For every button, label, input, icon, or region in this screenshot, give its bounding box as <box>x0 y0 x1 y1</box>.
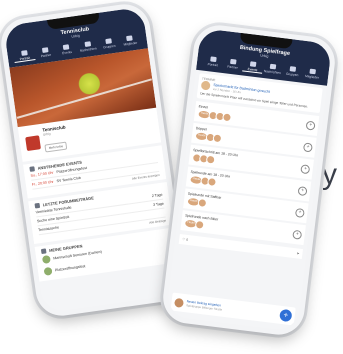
message-icon <box>269 63 277 70</box>
tab-portrait[interactable]: Portrait <box>202 56 223 69</box>
group-icon <box>40 248 47 255</box>
add-icon[interactable]: + <box>294 207 305 218</box>
club-logo <box>25 134 41 151</box>
post-meta: 3 Tage <box>152 201 165 208</box>
portrait-icon <box>210 56 217 63</box>
tab-label: Partner <box>227 64 239 70</box>
tab-portrait[interactable]: Portrait <box>13 49 36 63</box>
add-icon[interactable]: + <box>300 163 311 174</box>
tab-events[interactable]: Events <box>55 43 78 57</box>
partner-icon <box>230 58 237 65</box>
members-icon <box>309 68 316 75</box>
tab-nachrichten[interactable]: Nachrichten <box>262 63 283 76</box>
calendar-icon <box>29 166 35 172</box>
group-name: Platzeröffnungsfest <box>54 264 86 273</box>
tab-label: Portrait <box>207 62 219 68</box>
add-icon[interactable]: + <box>297 185 308 196</box>
phone-back-screen: Tennisclub Urbig Portrait Partner Events… <box>3 6 183 314</box>
avatar <box>200 80 211 91</box>
tab-mitglieder[interactable]: Mitglieder <box>119 34 142 48</box>
members-icon <box>126 35 134 42</box>
avatar <box>174 297 185 308</box>
event-name: SV Tennis Club <box>56 175 82 184</box>
post-meta <box>165 211 166 215</box>
more-info-button[interactable]: Mehr Infos <box>44 141 68 153</box>
phone-back: Tennisclub Urbig Portrait Partner Events… <box>0 1 189 319</box>
tab-gruppen[interactable]: Gruppen <box>98 37 121 51</box>
event-date: Fr., 20:00 Uhr <box>31 179 54 187</box>
tab-label: Gruppen <box>285 71 299 78</box>
tab-label: Nachrichten <box>79 46 97 53</box>
tab-mitglieder[interactable]: Mitglieder <box>302 68 323 81</box>
tab-label: Mitglieder <box>123 40 138 47</box>
group-avatar <box>41 254 51 264</box>
post-title: Tennistasche <box>37 225 60 233</box>
tab-label: Nachrichten <box>263 69 282 76</box>
post-meta: 2 Tage <box>151 192 163 199</box>
add-icon[interactable]: + <box>305 120 316 131</box>
group-avatar <box>43 266 53 276</box>
participant-avatars: Heute <box>194 131 223 144</box>
tab-partner[interactable]: Partner <box>34 46 57 60</box>
partner-icon <box>41 47 49 53</box>
tab-label: Events <box>62 49 73 56</box>
tab-gruppen[interactable]: Gruppen <box>282 65 303 78</box>
event-date: So., 17:00 Uhr <box>30 170 54 178</box>
calendar-icon <box>63 44 70 51</box>
phone-front: Bindung Spielfrage Urbig Portrait Partne… <box>160 22 338 338</box>
add-icon[interactable]: + <box>302 141 313 152</box>
like-icon[interactable]: ♡ 0 <box>182 237 188 242</box>
portrait-icon <box>20 50 28 56</box>
group-icon <box>289 66 297 72</box>
group-icon <box>105 38 112 45</box>
background-heading-line2: y <box>322 158 338 191</box>
calendar-icon <box>249 61 257 67</box>
add-post-button[interactable]: + <box>279 308 293 323</box>
send-icon[interactable]: ➤ <box>296 251 299 255</box>
tab-label: Gruppen <box>102 43 116 50</box>
tab-label: Mitglieder <box>304 74 320 80</box>
phone-front-screen: Bindung Spielfrage Urbig Portrait Partne… <box>165 28 333 332</box>
forum-icon <box>34 202 41 209</box>
tab-label: Events <box>247 67 258 73</box>
add-icon[interactable]: + <box>292 229 303 240</box>
tab-label: Partner <box>40 52 52 59</box>
post-composer[interactable]: Neuen Beitrag eingeben Spielgruppe Bitbu… <box>170 292 296 326</box>
tab-nachrichten[interactable]: Nachrichten <box>77 40 100 54</box>
message-icon <box>84 41 91 48</box>
tab-label: Portrait <box>19 55 31 62</box>
tab-events[interactable]: Events <box>242 60 264 74</box>
tab-partner[interactable]: Partner <box>222 58 243 71</box>
